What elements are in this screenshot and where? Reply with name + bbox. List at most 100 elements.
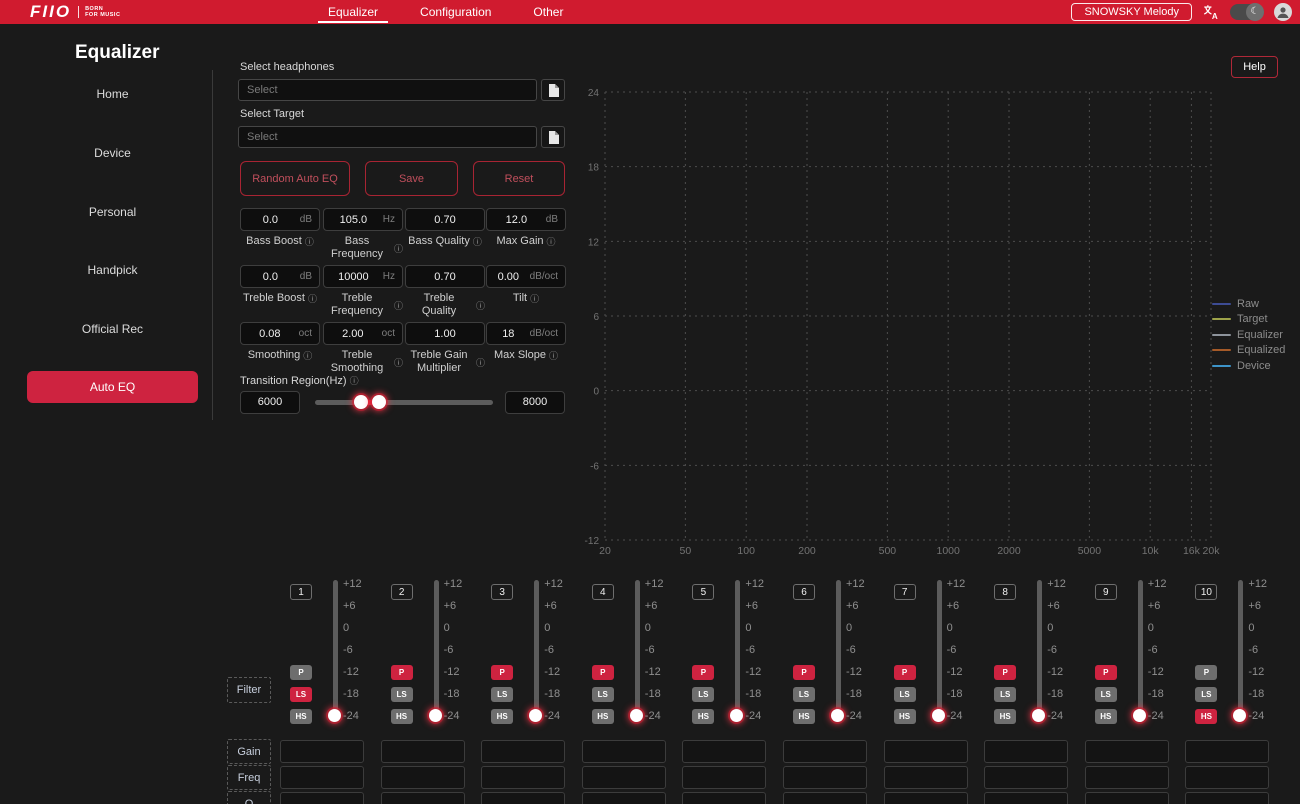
save-button[interactable]: Save: [365, 161, 458, 196]
filter-button-p[interactable]: P: [1094, 665, 1117, 680]
filter-button-p[interactable]: P: [893, 665, 916, 680]
band-slider-track[interactable]: [1238, 580, 1244, 722]
filter-button-hs[interactable]: HS: [591, 709, 614, 724]
filter-button-hs[interactable]: HS: [491, 709, 514, 724]
info-icon[interactable]: ⓘ: [547, 235, 556, 248]
band-slider-track[interactable]: [1037, 580, 1043, 722]
info-icon[interactable]: ⓘ: [308, 292, 317, 305]
info-icon[interactable]: ⓘ: [394, 299, 403, 312]
filter-button-p[interactable]: P: [591, 665, 614, 680]
device-name-button[interactable]: SNOWSKY Melody: [1071, 3, 1192, 21]
param-input[interactable]: 105.0 Hz: [323, 208, 403, 231]
transition-min-input[interactable]: 6000: [240, 391, 300, 414]
band-slider-track[interactable]: [433, 580, 439, 722]
tab-configuration[interactable]: Configuration: [414, 0, 497, 24]
freq-input[interactable]: [1186, 767, 1300, 788]
gain-input[interactable]: [1186, 741, 1300, 762]
legend-item-raw[interactable]: Raw: [1212, 296, 1285, 312]
band-slider-thumb[interactable]: [1233, 709, 1247, 722]
filter-button-hs[interactable]: HS: [692, 709, 715, 724]
band-slider-track[interactable]: [836, 580, 841, 722]
param-input[interactable]: 0.08 oct: [240, 322, 320, 345]
tab-other[interactable]: Other: [527, 0, 569, 24]
band-slider-track[interactable]: [333, 580, 338, 722]
transition-max-input[interactable]: 8000: [505, 391, 565, 414]
band-slider-track[interactable]: [1137, 580, 1143, 722]
legend-item-equalized[interactable]: Equalized: [1212, 343, 1285, 359]
band-slider-thumb[interactable]: [328, 709, 341, 722]
help-button[interactable]: Help: [1231, 56, 1278, 78]
filter-button-ls[interactable]: LS: [390, 687, 413, 702]
info-icon[interactable]: ⓘ: [305, 235, 314, 248]
band-slider-thumb[interactable]: [831, 709, 844, 722]
q-input[interactable]: [1186, 793, 1300, 804]
band-slider-thumb[interactable]: [428, 709, 442, 722]
band-slider-track[interactable]: [634, 580, 640, 722]
info-icon[interactable]: ⓘ: [530, 292, 539, 305]
band-slider-thumb[interactable]: [931, 709, 945, 722]
filter-button-hs[interactable]: HS: [994, 709, 1017, 724]
param-input[interactable]: 0.0 dB: [240, 208, 320, 231]
filter-button-p[interactable]: P: [692, 665, 715, 680]
reset-button[interactable]: Reset: [473, 161, 565, 196]
target-file-button[interactable]: [541, 126, 565, 148]
band-slider-track[interactable]: [735, 580, 741, 722]
legend-item-equalizer[interactable]: Equalizer: [1212, 327, 1285, 343]
info-icon[interactable]: ⓘ: [394, 356, 403, 369]
filter-button-ls[interactable]: LS: [893, 687, 916, 702]
band-slider-track[interactable]: [936, 580, 942, 722]
filter-button-ls[interactable]: LS: [290, 687, 312, 702]
filter-button-ls[interactable]: LS: [591, 687, 614, 702]
param-input[interactable]: 1.00: [405, 322, 485, 345]
translate-icon[interactable]: A: [1202, 3, 1220, 21]
param-input[interactable]: 10000 Hz: [323, 265, 403, 288]
band-slider-thumb[interactable]: [730, 709, 744, 722]
filter-button-hs[interactable]: HS: [1094, 709, 1117, 724]
info-icon[interactable]: ⓘ: [350, 376, 359, 386]
band-slider-thumb[interactable]: [1032, 709, 1046, 722]
slider-handle-low[interactable]: [354, 395, 369, 409]
filter-button-ls[interactable]: LS: [491, 687, 514, 702]
filter-button-ls[interactable]: LS: [1094, 687, 1117, 702]
random-auto-eq-button[interactable]: Random Auto EQ: [240, 161, 350, 196]
param-input[interactable]: 0.70: [405, 265, 485, 288]
theme-toggle[interactable]: ☾: [1230, 3, 1264, 21]
select-headphones-input[interactable]: [238, 79, 537, 101]
filter-button-hs[interactable]: HS: [290, 709, 312, 724]
info-icon[interactable]: ⓘ: [473, 235, 482, 248]
sidebar-item-official-rec[interactable]: Official Rec: [27, 322, 198, 336]
sidebar-item-device[interactable]: Device: [27, 146, 198, 160]
filter-button-p[interactable]: P: [491, 665, 514, 680]
info-icon[interactable]: ⓘ: [303, 349, 312, 362]
filter-button-p[interactable]: P: [390, 665, 413, 680]
filter-button-ls[interactable]: LS: [692, 687, 715, 702]
param-input[interactable]: 12.0 dB: [486, 208, 566, 231]
filter-button-hs[interactable]: HS: [390, 709, 413, 724]
filter-button-ls[interactable]: LS: [1195, 687, 1218, 702]
filter-button-hs[interactable]: HS: [1195, 709, 1218, 724]
sidebar-item-handpick[interactable]: Handpick: [27, 263, 198, 277]
filter-button-p[interactable]: P: [1195, 665, 1218, 680]
band-slider-thumb[interactable]: [629, 709, 643, 722]
info-icon[interactable]: ⓘ: [476, 356, 485, 369]
filter-button-hs[interactable]: HS: [793, 709, 815, 724]
band-slider-track[interactable]: [534, 580, 540, 722]
info-icon[interactable]: ⓘ: [476, 299, 485, 312]
sidebar-item-auto-eq[interactable]: Auto EQ: [27, 371, 198, 403]
filter-button-ls[interactable]: LS: [994, 687, 1017, 702]
legend-item-target[interactable]: Target: [1212, 312, 1285, 328]
headphones-file-button[interactable]: [541, 79, 565, 101]
sidebar-item-personal[interactable]: Personal: [27, 205, 198, 219]
info-icon[interactable]: ⓘ: [549, 349, 558, 362]
profile-avatar[interactable]: [1274, 3, 1292, 21]
tab-equalizer[interactable]: Equalizer: [317, 0, 389, 24]
filter-button-p[interactable]: P: [994, 665, 1017, 680]
filter-button-ls[interactable]: LS: [793, 687, 815, 702]
transition-slider[interactable]: [315, 395, 493, 409]
param-input[interactable]: 0.0 dB: [240, 265, 320, 288]
param-input[interactable]: 0.00 dB/oct: [486, 265, 566, 288]
slider-handle-high[interactable]: [372, 395, 387, 409]
sidebar-item-home[interactable]: Home: [27, 87, 198, 101]
param-input[interactable]: 18 dB/oct: [486, 322, 566, 345]
filter-button-p[interactable]: P: [793, 665, 815, 680]
